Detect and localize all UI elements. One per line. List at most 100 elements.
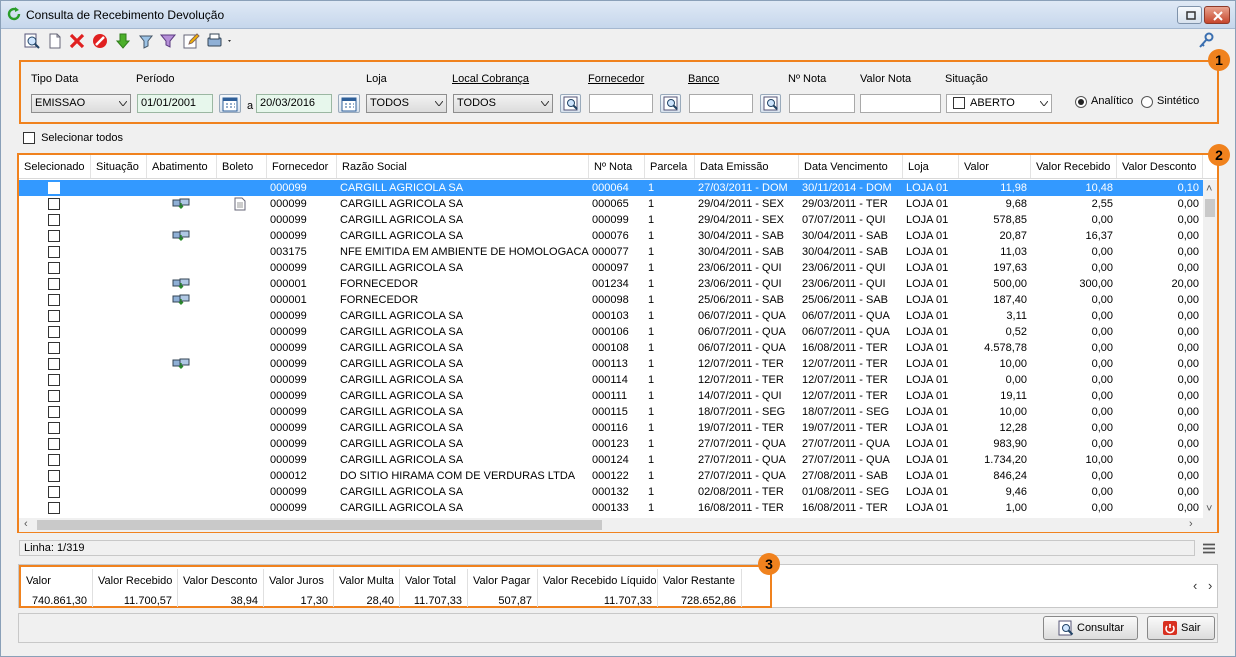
banco-label[interactable]: Banco xyxy=(688,73,719,85)
tipo-data-select[interactable]: EMISSAO xyxy=(31,94,131,113)
sair-button[interactable]: Sair xyxy=(1147,616,1215,640)
menu-lines-icon[interactable] xyxy=(1203,543,1215,554)
row-checkbox[interactable] xyxy=(48,454,60,466)
horizontal-scrollbar[interactable]: ‹ › xyxy=(19,518,1217,532)
periodo-start-input[interactable]: 01/01/2001 xyxy=(137,94,213,113)
select-all-control[interactable]: Selecionar todos xyxy=(23,132,123,145)
column-header[interactable]: Selecionado xyxy=(19,155,91,178)
table-row[interactable]: 000099 CARGILL AGRICOLA SA 000133 1 16/08/20… xyxy=(19,500,1203,516)
fornecedor-label[interactable]: Fornecedor xyxy=(588,73,644,85)
column-header[interactable]: Loja xyxy=(903,155,959,178)
column-header[interactable]: Razão Social xyxy=(337,155,589,178)
table-row[interactable]: 000099 CARGILL AGRICOLA SA 000064 1 27/03/20… xyxy=(19,180,1203,196)
table-row[interactable]: 000012 DO SITIO HIRAMA COM DE VERDURAS LT… xyxy=(19,468,1203,484)
table-row[interactable]: 000099 CARGILL AGRICOLA SA 000123 1 27/07/20… xyxy=(19,436,1203,452)
calendar-start-button[interactable] xyxy=(219,94,241,113)
column-header[interactable]: Valor xyxy=(959,155,1031,178)
row-checkbox[interactable] xyxy=(48,342,60,354)
row-checkbox[interactable] xyxy=(48,278,60,290)
table-row[interactable]: 000099 CARGILL AGRICOLA SA 000076 1 30/04/20… xyxy=(19,228,1203,244)
table-row[interactable]: 000001 FORNECEDOR 000098 1 25/06/2011 - SAB 2… xyxy=(19,292,1203,308)
table-row[interactable]: 000099 CARGILL AGRICOLA SA 000106 1 06/07/20… xyxy=(19,324,1203,340)
select-all-checkbox[interactable] xyxy=(23,132,35,145)
table-row[interactable]: 000099 CARGILL AGRICOLA SA 000114 1 12/07/20… xyxy=(19,372,1203,388)
sintetico-radio[interactable] xyxy=(1141,96,1153,108)
fornecedor-input[interactable] xyxy=(589,94,653,113)
funnel-icon[interactable] xyxy=(159,32,177,50)
edit-icon[interactable] xyxy=(182,32,200,50)
scroll-left-icon[interactable]: ‹ xyxy=(24,518,28,530)
abatimento-icon[interactable] xyxy=(172,277,190,292)
totals-next-icon[interactable]: › xyxy=(1208,578,1212,593)
calendar-end-button[interactable] xyxy=(338,94,360,113)
local-cobranca-search-button[interactable] xyxy=(560,94,581,113)
situacao-checkbox[interactable] xyxy=(953,97,965,110)
local-cobranca-select[interactable]: TODOS xyxy=(453,94,553,113)
row-checkbox[interactable] xyxy=(48,470,60,482)
filter-settings-icon[interactable] xyxy=(137,32,155,50)
scroll-right-icon[interactable]: › xyxy=(1189,518,1193,530)
abatimento-icon[interactable] xyxy=(172,197,190,212)
nota-input[interactable] xyxy=(789,94,855,113)
column-header[interactable]: Fornecedor xyxy=(267,155,337,178)
table-row[interactable]: 000099 CARGILL AGRICOLA SA 000116 1 19/07/20… xyxy=(19,420,1203,436)
column-header[interactable]: Parcela xyxy=(645,155,695,178)
restore-button[interactable] xyxy=(1177,6,1202,24)
row-checkbox[interactable] xyxy=(48,390,60,402)
column-header[interactable]: Valor Recebido xyxy=(1031,155,1117,178)
row-checkbox[interactable] xyxy=(48,198,60,210)
vertical-scroll-thumb[interactable] xyxy=(1205,199,1215,217)
column-header[interactable]: Valor Desconto xyxy=(1117,155,1203,178)
search-doc-icon[interactable] xyxy=(23,32,41,50)
situacao-select[interactable]: ABERTO xyxy=(946,94,1052,113)
row-checkbox[interactable] xyxy=(48,502,60,514)
table-row[interactable]: 000099 CARGILL AGRICOLA SA 000115 1 18/07/20… xyxy=(19,404,1203,420)
abatimento-icon[interactable] xyxy=(172,357,190,372)
banco-search-button[interactable] xyxy=(760,94,781,113)
table-row[interactable]: 000099 CARGILL AGRICOLA SA 000097 1 23/06/20… xyxy=(19,260,1203,276)
periodo-end-input[interactable]: 20/03/2016 xyxy=(256,94,332,113)
row-checkbox[interactable] xyxy=(48,310,60,322)
table-row[interactable]: 000099 CARGILL AGRICOLA SA 000111 1 14/07/20… xyxy=(19,388,1203,404)
row-checkbox[interactable] xyxy=(48,406,60,418)
fornecedor-search-button[interactable] xyxy=(660,94,681,113)
table-row[interactable]: 003175 NFE EMITIDA EM AMBIENTE DE HOMOLOG… xyxy=(19,244,1203,260)
table-row[interactable]: 000099 CARGILL AGRICOLA SA 000099 1 29/04/20… xyxy=(19,212,1203,228)
table-row[interactable]: 000099 CARGILL AGRICOLA SA 000132 1 02/08/20… xyxy=(19,484,1203,500)
local-cobranca-label[interactable]: Local Cobrança xyxy=(452,73,529,85)
row-checkbox[interactable] xyxy=(48,246,60,258)
table-row[interactable]: 000099 CARGILL AGRICOLA SA 000108 1 06/07/20… xyxy=(19,340,1203,356)
banco-input[interactable] xyxy=(689,94,753,113)
row-checkbox[interactable] xyxy=(48,214,60,226)
row-checkbox[interactable] xyxy=(48,182,60,194)
scroll-up-icon[interactable]: ˄ xyxy=(1206,183,1212,195)
column-header[interactable]: Abatimento xyxy=(147,155,217,178)
row-checkbox[interactable] xyxy=(48,374,60,386)
row-checkbox[interactable] xyxy=(48,438,60,450)
abatimento-icon[interactable] xyxy=(172,229,190,244)
column-header[interactable]: Data Vencimento xyxy=(799,155,903,178)
vertical-scrollbar[interactable]: ˄ ˅ xyxy=(1203,180,1217,518)
consultar-button[interactable]: Consultar xyxy=(1043,616,1138,640)
download-arrow-icon[interactable] xyxy=(114,32,132,50)
table-row[interactable]: 000099 CARGILL AGRICOLA SA 000113 1 12/07/20… xyxy=(19,356,1203,372)
row-checkbox[interactable] xyxy=(48,358,60,370)
row-checkbox[interactable] xyxy=(48,230,60,242)
loja-select[interactable]: TODOS xyxy=(366,94,447,113)
key-icon[interactable] xyxy=(1197,32,1215,50)
column-header[interactable]: Nº Nota xyxy=(589,155,645,178)
column-header[interactable]: Situação xyxy=(91,155,147,178)
analitico-radio[interactable] xyxy=(1075,96,1087,108)
column-header[interactable]: Data Emissão xyxy=(695,155,799,178)
abatimento-icon[interactable] xyxy=(172,293,190,308)
row-checkbox[interactable] xyxy=(48,262,60,274)
row-checkbox[interactable] xyxy=(48,326,60,338)
table-row[interactable]: 000099 CARGILL AGRICOLA SA 000065 1 29/04/20… xyxy=(19,196,1203,212)
boleto-doc-icon[interactable] xyxy=(233,197,247,212)
close-button[interactable] xyxy=(1204,6,1230,24)
table-row[interactable]: 000099 CARGILL AGRICOLA SA 000103 1 06/07/20… xyxy=(19,308,1203,324)
totals-prev-icon[interactable]: ‹ xyxy=(1193,578,1197,593)
new-doc-icon[interactable] xyxy=(46,32,64,50)
cancel-icon[interactable] xyxy=(91,32,109,50)
scroll-down-icon[interactable]: ˅ xyxy=(1206,503,1212,515)
